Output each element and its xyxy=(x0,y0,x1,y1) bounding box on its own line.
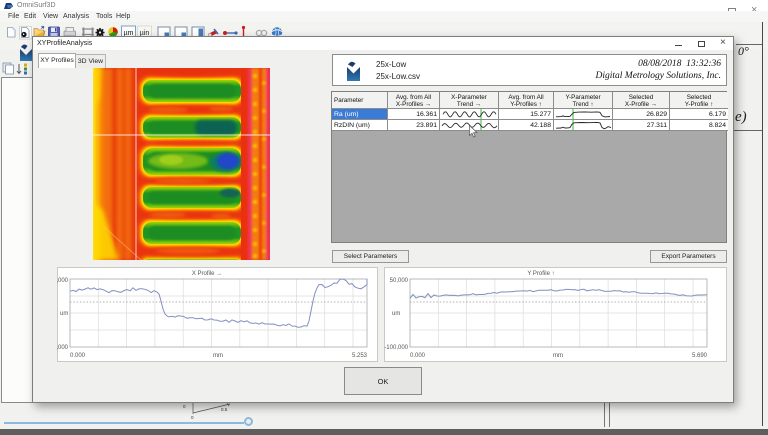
svg-text:X Profile →: X Profile → xyxy=(192,271,222,277)
svg-text:mm: mm xyxy=(553,353,563,359)
svg-text:mm: mm xyxy=(213,353,223,359)
svg-text:-100,000: -100,000 xyxy=(57,345,69,351)
svg-text:um: um xyxy=(392,311,400,317)
svg-text:0.000: 0.000 xyxy=(410,353,426,359)
svg-text:5.253: 5.253 xyxy=(352,353,368,359)
svg-text:-100,000: -100,000 xyxy=(384,345,408,351)
svg-text:5.690: 5.690 xyxy=(692,353,708,359)
svg-text:0: 0 xyxy=(191,415,194,420)
svg-text:0.000: 0.000 xyxy=(70,353,86,359)
svg-text:Y Profile ↑: Y Profile ↑ xyxy=(527,271,554,277)
svg-text:50,000: 50,000 xyxy=(57,278,69,284)
svg-text:50,000: 50,000 xyxy=(390,278,409,284)
svg-text:um: um xyxy=(60,311,68,317)
svg-text:0: 0 xyxy=(183,404,186,409)
svg-text:0.5: 0.5 xyxy=(221,407,228,412)
